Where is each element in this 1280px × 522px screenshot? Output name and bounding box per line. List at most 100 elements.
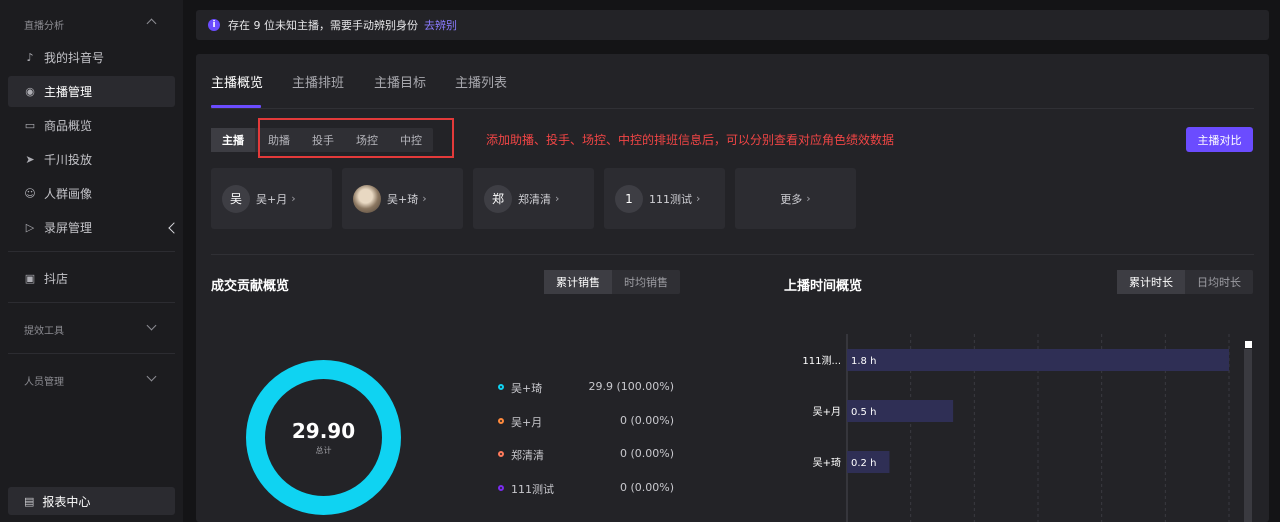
annotation-text: 添加助播、投手、场控、中控的排班信息后，可以分别查看对应角色绩效数据 <box>486 133 895 147</box>
legend-name: 吴+琦 <box>511 382 543 395</box>
contribution-title: 成交贡献概览 <box>211 279 290 294</box>
category-tick-label: 吴+琦 <box>813 457 841 469</box>
chevron-right-icon: › <box>291 192 296 205</box>
sidebar-group-live-analysis[interactable]: 直播分析 <box>24 17 64 32</box>
live-time-bar-chart: 1.8 h 111测... 0.5 h 吴+月 0.2 h 吴+琦 <box>802 334 1230 522</box>
legend-value: 0 (0.00%) <box>619 481 674 494</box>
bar-value-label: 0.2 h <box>851 458 876 469</box>
legend-dot-icon <box>498 485 504 491</box>
chevron-up-icon[interactable] <box>146 18 157 29</box>
tiktok-icon: ♪ <box>26 51 34 64</box>
report-center-button[interactable]: ▤ 报表中心 <box>8 487 175 515</box>
category-tick-label: 111测... <box>802 354 841 367</box>
legend-name: 郑清清 <box>511 449 544 462</box>
bar-value-label: 0.5 h <box>851 407 876 418</box>
option-daily-duration[interactable]: 日均时长 <box>1185 270 1253 294</box>
legend-dot-icon <box>498 418 504 424</box>
legend-value: 0 (0.00%) <box>619 447 674 460</box>
sidebar-item-label: 商品概览 <box>44 119 93 133</box>
report-center-label: 报表中心 <box>42 494 91 509</box>
sidebar-item-label: 主播管理 <box>44 85 93 99</box>
bar[interactable] <box>847 349 1229 371</box>
sidebar-item-label: 抖店 <box>44 272 69 286</box>
anchor-name: 吴+月 <box>256 192 288 206</box>
sidebar-divider <box>8 353 175 354</box>
option-cumulative-sales[interactable]: 累计销售 <box>544 270 612 294</box>
tab-anchor-overview[interactable]: 主播概览 <box>211 72 263 91</box>
legend-name: 吴+月 <box>511 416 543 429</box>
anchor-compare-button[interactable]: 主播对比 <box>1186 127 1253 152</box>
anchor-card[interactable]: 吴+琦 › <box>342 168 463 229</box>
sidebar-item-qianchuan[interactable]: ➤ 千川投放 <box>8 144 175 175</box>
chevron-down-icon[interactable] <box>146 320 157 331</box>
anchor-cards: 吴 吴+月 › 吴+琦 › 郑 郑清清 › 1 111测试 › 更多 › <box>211 168 856 229</box>
chevron-right-icon: › <box>555 192 560 205</box>
anchor-name: 111测试 <box>649 192 692 206</box>
sidebar-item-douyin-account[interactable]: ♪ 我的抖音号 <box>8 42 175 73</box>
sidebar-item-label: 人群画像 <box>44 187 93 201</box>
sidebar-item-label: 千川投放 <box>44 153 93 167</box>
avatar: 郑 <box>484 184 512 213</box>
live-time-title: 上播时间概览 <box>784 279 863 294</box>
tab-anchor-list[interactable]: 主播列表 <box>455 72 507 91</box>
legend-value: 0 (0.00%) <box>619 414 674 427</box>
sidebar: 直播分析 ♪ 我的抖音号 ◉ 主播管理 ▭ 商品概览 ➤ 千川投放 ☺ 人群画像… <box>0 0 183 522</box>
product-box-icon: ▭ <box>24 119 36 132</box>
category-tick-label: 吴+月 <box>813 406 841 418</box>
donut-total-label: 总计 <box>315 446 332 455</box>
tab-bar: 主播概览 主播排班 主播目标 主播列表 <box>211 54 1254 109</box>
option-hourly-sales[interactable]: 时均销售 <box>612 270 680 294</box>
anchor-name: 吴+琦 <box>387 192 419 206</box>
live-time-toggle: 累计时长 日均时长 <box>1117 270 1253 294</box>
sidebar-item-product-overview[interactable]: ▭ 商品概览 <box>8 110 175 141</box>
contribution-toggle: 累计销售 时均销售 <box>544 270 680 294</box>
chevron-right-icon: › <box>422 192 427 205</box>
shop-bag-icon: ▣ <box>24 272 36 285</box>
persona-icon: ☺ <box>24 187 36 200</box>
sidebar-item-crowd-portrait[interactable]: ☺ 人群画像 <box>8 178 175 209</box>
more-anchors-card[interactable]: 更多 › <box>735 168 856 229</box>
record-play-icon: ▷ <box>25 221 35 234</box>
role-anchor[interactable]: 主播 <box>211 128 255 152</box>
user-circle-icon: ◉ <box>25 85 35 98</box>
donut-total-value: 29.90 <box>291 419 356 443</box>
identify-link[interactable]: 去辨别 <box>424 17 457 33</box>
more-label: 更多 <box>780 192 803 206</box>
scroll-handle[interactable] <box>1245 341 1252 348</box>
anchor-card[interactable]: 郑 郑清清 › <box>473 168 594 229</box>
legend-dot-icon <box>498 451 504 457</box>
sidebar-group-staff-management[interactable]: 人员管理 <box>24 373 64 388</box>
info-icon: i <box>208 19 220 31</box>
anchor-card[interactable]: 1 111测试 › <box>604 168 725 229</box>
anchor-name: 郑清清 <box>518 192 551 206</box>
tab-anchor-schedule[interactable]: 主播排班 <box>292 72 344 91</box>
legend-name: 111测试 <box>511 483 554 496</box>
legend-value: 29.9 (100.00%) <box>588 380 674 393</box>
notice-text: 存在 9 位未知主播，需要手动辨别身份 <box>228 19 418 32</box>
active-tab-indicator <box>211 105 261 108</box>
sidebar-item-label: 录屏管理 <box>44 221 93 235</box>
sidebar-divider <box>8 251 175 252</box>
avatar: 1 <box>615 184 643 213</box>
avatar-photo <box>353 184 381 213</box>
sidebar-item-recording[interactable]: ▷ 录屏管理 <box>8 212 175 243</box>
notice-bar: i 存在 9 位未知主播，需要手动辨别身份 去辨别 <box>196 10 1269 40</box>
avatar: 吴 <box>222 184 250 213</box>
chevron-right-icon: › <box>806 192 811 205</box>
sidebar-item-label: 我的抖音号 <box>44 51 105 65</box>
tab-anchor-target[interactable]: 主播目标 <box>374 72 426 91</box>
clipboard-icon: ▤ <box>24 494 35 508</box>
chart-scrollbar[interactable] <box>1244 349 1252 522</box>
sidebar-divider <box>8 302 175 303</box>
main-panel: 主播概览 主播排班 主播目标 主播列表 主播 助播 投手 场控 中控 添加助播、… <box>196 54 1269 522</box>
bar-value-label: 1.8 h <box>851 356 876 367</box>
sidebar-group-efficiency-tools[interactable]: 提效工具 <box>24 322 64 337</box>
legend-dot-icon <box>498 384 504 390</box>
option-cumulative-duration[interactable]: 累计时长 <box>1117 270 1185 294</box>
anchor-card[interactable]: 吴 吴+月 › <box>211 168 332 229</box>
highlight-box <box>258 118 454 158</box>
sidebar-item-anchor-management[interactable]: ◉ 主播管理 <box>8 76 175 107</box>
send-arrow-icon: ➤ <box>25 153 35 166</box>
sidebar-item-douyin-shop[interactable]: ▣ 抖店 <box>8 263 175 294</box>
chevron-down-icon[interactable] <box>146 371 157 382</box>
